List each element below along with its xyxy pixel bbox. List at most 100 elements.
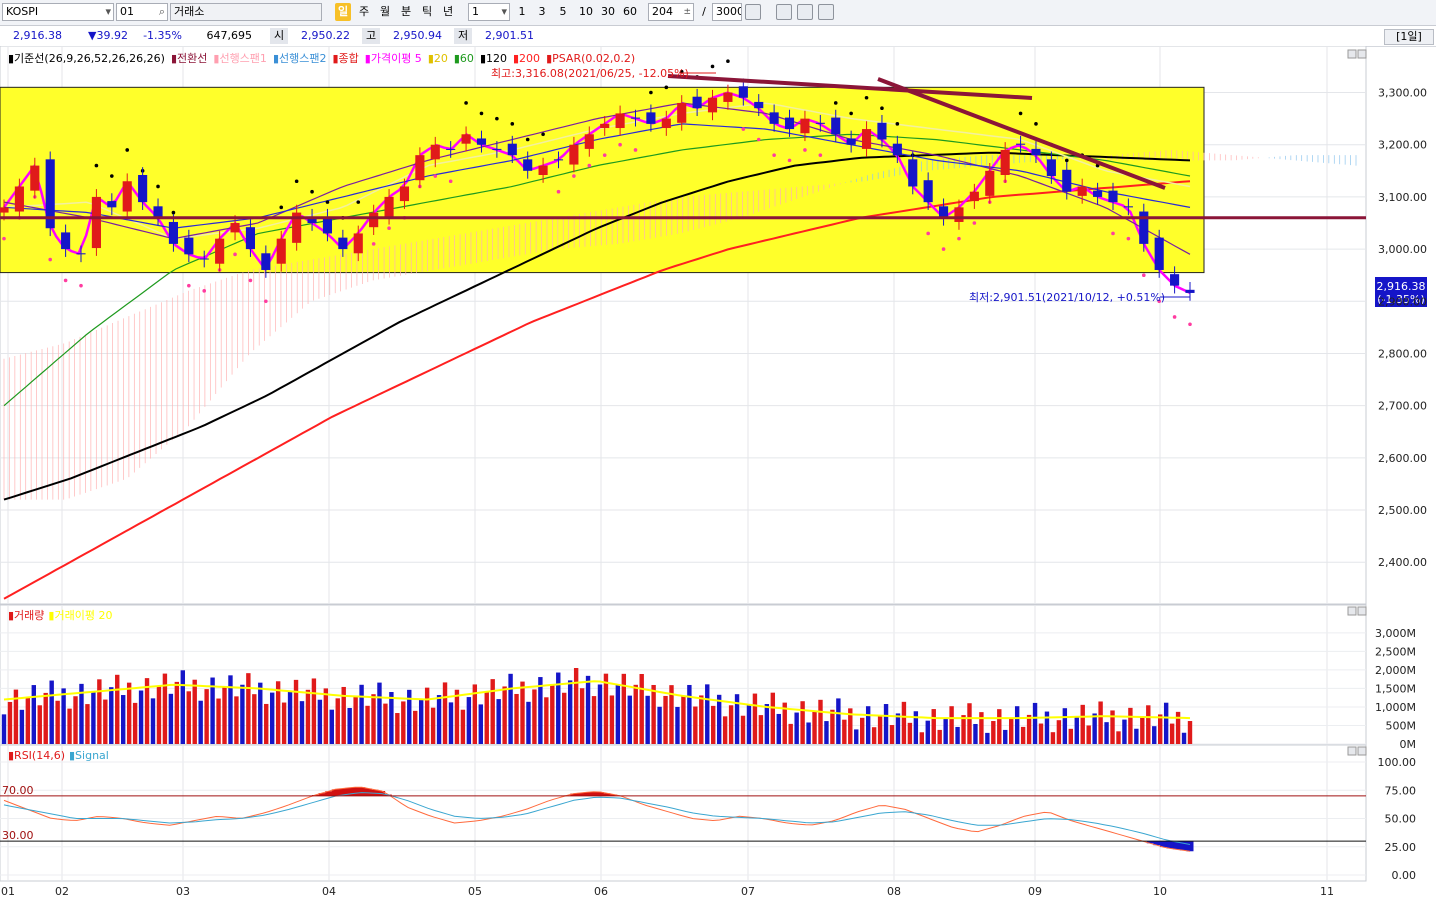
code-input[interactable]: 01 ⌕ xyxy=(116,3,168,21)
panel-minimize-icon[interactable] xyxy=(1347,746,1357,756)
period-minute-button[interactable]: 분 xyxy=(398,3,414,21)
candle-body xyxy=(1031,148,1041,156)
volume-bar xyxy=(365,705,370,744)
volume-bar xyxy=(770,692,776,744)
psar-dot xyxy=(587,163,592,168)
bar-count-stepper[interactable]: 204 ± xyxy=(648,3,694,21)
rsi-tick-label: 0.00 xyxy=(1392,869,1417,882)
candle-body xyxy=(646,112,656,124)
volume-bar xyxy=(1,714,7,744)
legend-item: ▮전환선 xyxy=(171,52,207,65)
candle-body xyxy=(507,143,517,156)
panel-close-icon[interactable] xyxy=(1357,49,1367,59)
candle-body xyxy=(769,112,779,124)
unit-select[interactable]: 1 ▾ xyxy=(468,3,510,21)
candle-body xyxy=(138,174,148,203)
psar-dot xyxy=(1034,122,1038,126)
legend-item: ▮거래이평 20 xyxy=(48,609,112,622)
candle-body xyxy=(91,196,101,249)
psar-dot xyxy=(187,283,191,288)
volume-bar xyxy=(1068,728,1074,744)
volume-bar xyxy=(860,717,865,744)
psar-dot xyxy=(787,158,792,163)
psar-dot xyxy=(125,148,130,152)
high-price: 2,950.94 xyxy=(393,29,442,42)
psar-dot xyxy=(633,148,638,152)
volume-bar xyxy=(1009,718,1014,744)
interval-10-button[interactable]: 10 xyxy=(576,3,596,21)
legend-item: ▮200 xyxy=(513,52,540,65)
period-day-button[interactable]: 일 xyxy=(335,3,351,21)
volume-bar xyxy=(424,687,430,744)
psar-dot xyxy=(772,153,776,157)
period-tick-button[interactable]: 틱 xyxy=(419,3,435,21)
candle-body xyxy=(122,181,132,212)
chart-area[interactable]: ▮기준선(26,9,26,52,26,26,26) ▮전환선 ▮선행스팬1 ▮선행스팬… xyxy=(0,46,1436,904)
gear-icon[interactable] xyxy=(776,4,792,20)
search-icon[interactable]: ⌕ xyxy=(159,4,165,20)
psar-dot xyxy=(479,111,484,116)
spinner-icon[interactable]: ± xyxy=(683,4,691,20)
volume-bar xyxy=(562,692,567,744)
volume-bar xyxy=(854,729,859,744)
volume-bar xyxy=(61,688,66,744)
volume-bar xyxy=(168,693,174,744)
volume-bar xyxy=(454,689,460,744)
rsi-panel: 70.00 30.00 ▮RSI(14,6) ▮Signal 100.00 75.00… xyxy=(0,744,1417,882)
volume-bar xyxy=(323,688,329,744)
volume-bar xyxy=(1098,701,1103,744)
panel-minimize-icon[interactable] xyxy=(1347,606,1357,616)
candle-body xyxy=(692,96,702,109)
psar-dot xyxy=(510,122,515,126)
price-tick-label: 2,500.00 xyxy=(1378,504,1427,517)
interval-5-button[interactable]: 5 xyxy=(556,3,570,21)
panel-close-icon[interactable] xyxy=(1357,606,1367,616)
volume-bar xyxy=(693,706,698,744)
interval-30-button[interactable]: 30 xyxy=(598,3,618,21)
volume-bar xyxy=(567,680,573,744)
volume-bar xyxy=(979,712,984,744)
period-year-button[interactable]: 년 xyxy=(440,3,456,21)
month-tick-label: 10 xyxy=(1153,885,1167,898)
psar-dot xyxy=(1141,273,1146,278)
period-week-button[interactable]: 주 xyxy=(356,3,372,21)
candle-body xyxy=(877,122,887,140)
chevron-down-icon: ▾ xyxy=(105,5,111,18)
candle-body xyxy=(1185,289,1195,293)
volume-bar xyxy=(359,684,364,744)
volume-bar xyxy=(329,709,334,744)
volume-bar xyxy=(37,705,42,744)
period-month-button[interactable]: 월 xyxy=(377,3,393,21)
symbol-select[interactable]: KOSPI ▾ xyxy=(2,3,114,21)
settings-grid-icon[interactable] xyxy=(745,4,761,20)
candle-body xyxy=(384,196,394,217)
volume-bar xyxy=(138,690,144,744)
save-icon[interactable] xyxy=(797,4,813,20)
candle-body xyxy=(985,170,995,196)
candle-body xyxy=(831,117,841,135)
candle-body xyxy=(30,165,40,191)
candle-body xyxy=(1123,206,1133,208)
volume-bar xyxy=(1026,714,1032,744)
psar-dot xyxy=(110,174,114,178)
total-count-field[interactable]: 3000 xyxy=(712,3,742,21)
panel-minimize-icon[interactable] xyxy=(1347,49,1357,59)
psar-dot xyxy=(895,122,900,126)
interval-1-button[interactable]: 1 xyxy=(515,3,529,21)
volume-bar xyxy=(1146,705,1151,744)
interval-3-button[interactable]: 3 xyxy=(535,3,549,21)
period-indicator-button[interactable]: [1일] xyxy=(1384,29,1434,45)
market-field: 거래소 xyxy=(170,3,322,21)
candle-body xyxy=(707,97,718,113)
interval-60-button[interactable]: 60 xyxy=(620,3,640,21)
volume-bar xyxy=(705,684,710,744)
volume-bar xyxy=(1128,707,1133,744)
month-tick-label: 03 xyxy=(176,885,190,898)
volume-bar xyxy=(132,702,138,744)
price-tick-label: 3,000.00 xyxy=(1378,243,1427,256)
candle-body xyxy=(1000,149,1010,175)
print-icon[interactable] xyxy=(818,4,834,20)
panel-close-icon[interactable] xyxy=(1357,746,1367,756)
rsi-axis-ticks: 100.00 75.00 50.00 25.00 0.00 xyxy=(1378,756,1417,882)
candle-body xyxy=(153,206,163,218)
